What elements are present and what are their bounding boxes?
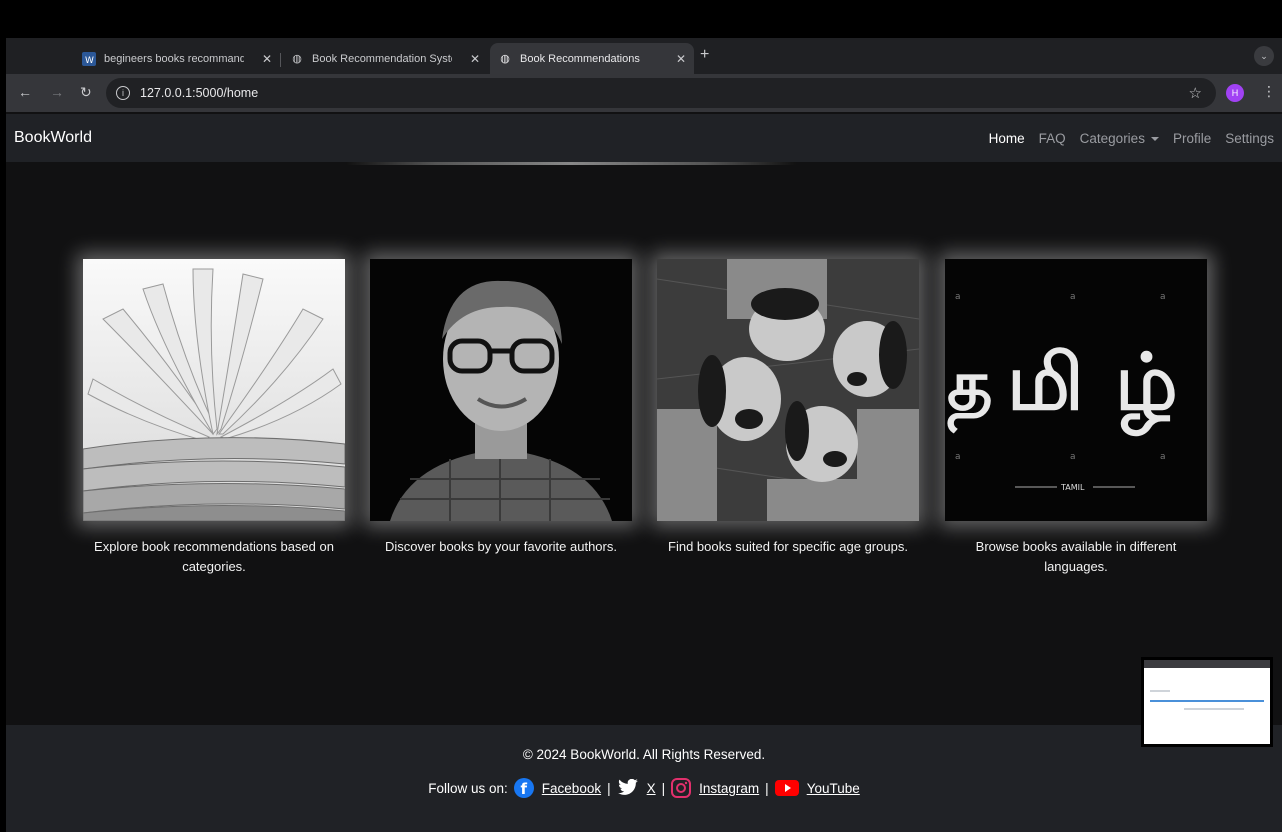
hero-image-edge <box>346 162 796 165</box>
separator: | <box>765 780 769 796</box>
forward-icon[interactable]: → <box>50 84 64 100</box>
nav-categories[interactable]: Categories <box>1080 131 1159 146</box>
new-tab-icon[interactable]: + <box>700 46 709 64</box>
chevron-down-icon[interactable]: ⌄ <box>1254 46 1274 66</box>
menu-kebab-icon[interactable]: ⋮ <box>1262 83 1276 100</box>
svg-text:a: a <box>955 452 961 462</box>
site-footer: © 2024 BookWorld. All Rights Reserved. F… <box>6 725 1282 832</box>
youtube-link[interactable]: YouTube <box>807 781 860 796</box>
facebook-link[interactable]: Facebook <box>542 781 601 796</box>
follow-label: Follow us on: <box>428 780 508 796</box>
tab-book-recommendations[interactable]: ◍ Book Recommendations ✕ <box>490 43 694 74</box>
svg-text:a: a <box>1160 452 1166 462</box>
caret-down-icon <box>1150 136 1159 141</box>
card-age-groups[interactable]: Find books suited for specific age group… <box>657 259 919 557</box>
tab-title: Book Recommendations <box>520 52 640 65</box>
back-icon[interactable]: ← <box>18 84 32 100</box>
svg-text:ழ்: ழ் <box>1115 338 1178 437</box>
brand-logo[interactable]: BookWorld <box>14 129 92 147</box>
card-caption: Find books suited for specific age group… <box>668 539 908 554</box>
tab-title: Book Recommendation Syste <box>312 52 452 65</box>
svg-text:a: a <box>1070 292 1076 302</box>
nav-categories-label: Categories <box>1079 130 1145 146</box>
svg-text:TAMIL: TAMIL <box>1060 483 1085 492</box>
tab-separator <box>280 53 281 67</box>
card-categories[interactable]: Explore book recommendations based on ca… <box>83 259 345 577</box>
youtube-icon[interactable] <box>774 779 799 797</box>
card-image-kids-laughing[interactable] <box>657 259 919 521</box>
instagram-link[interactable]: Instagram <box>699 781 759 796</box>
site-info-icon[interactable]: i <box>116 86 130 100</box>
svg-text:a: a <box>1070 452 1076 462</box>
browser-window: W begineers books recommand ✕ ◍ Book Rec… <box>6 38 1282 832</box>
tab-strip: W begineers books recommand ✕ ◍ Book Rec… <box>6 38 1282 74</box>
globe-icon: ◍ <box>500 53 510 65</box>
svg-text:a: a <box>955 292 961 302</box>
close-icon[interactable]: ✕ <box>676 52 686 66</box>
globe-icon: ◍ <box>292 53 302 65</box>
svg-text:a: a <box>1160 292 1166 302</box>
social-links: Follow us on: f Facebook | X | Instagram | … <box>6 778 1282 798</box>
tab-word-doc[interactable]: W begineers books recommand ✕ <box>74 43 280 74</box>
close-icon[interactable]: ✕ <box>470 52 480 66</box>
separator: | <box>607 780 611 796</box>
card-caption: Discover books by your favorite authors. <box>385 539 617 554</box>
copyright-text: © 2024 BookWorld. All Rights Reserved. <box>522 747 766 762</box>
nav-home[interactable]: Home <box>989 131 1025 146</box>
card-authors[interactable]: Discover books by your favorite authors. <box>370 259 632 557</box>
card-languages[interactable]: த மி ழ் a a a a a a TAMIL Browse books avail… <box>945 259 1207 577</box>
screen-top-bar <box>0 0 1282 38</box>
x-link[interactable]: X <box>647 781 656 796</box>
tab-title: begineers books recommand <box>104 52 244 65</box>
address-toolbar: ← → ↻ i 127.0.0.1:5000/home ☆ H ⋮ <box>6 74 1282 112</box>
card-image-author-portrait[interactable] <box>370 259 632 521</box>
card-image-tamil-wordart[interactable]: த மி ழ் a a a a a a TAMIL <box>945 259 1207 521</box>
svg-text:த: த <box>947 344 993 434</box>
svg-text:மி: மி <box>1007 338 1084 428</box>
svg-text:W: W <box>85 56 94 66</box>
profile-avatar[interactable]: H <box>1226 84 1244 102</box>
instagram-icon[interactable] <box>671 778 692 798</box>
floating-thumbnail-preview[interactable] <box>1141 657 1273 747</box>
nav-links: Home FAQ Categories Profile Settings <box>989 131 1274 146</box>
word-icon: W <box>82 51 96 66</box>
close-icon[interactable]: ✕ <box>262 52 272 66</box>
nav-settings[interactable]: Settings <box>1225 131 1274 146</box>
url-text: 127.0.0.1:5000/home <box>140 86 259 100</box>
nav-faq[interactable]: FAQ <box>1039 131 1066 146</box>
address-bar[interactable]: i 127.0.0.1:5000/home ☆ <box>106 78 1216 108</box>
facebook-icon[interactable]: f <box>513 778 534 798</box>
twitter-bird-icon[interactable] <box>617 779 639 797</box>
svg-text:f: f <box>520 780 527 798</box>
separator: | <box>661 780 666 796</box>
card-caption: Browse books available in different lang… <box>975 539 1177 574</box>
thumbnail-line <box>1150 700 1264 702</box>
nav-profile[interactable]: Profile <box>1173 131 1211 146</box>
thumbnail-line <box>1150 690 1170 692</box>
tab-recommendation-system[interactable]: ◍ Book Recommendation Syste ✕ <box>282 43 488 74</box>
thumbnail-bar <box>1144 660 1270 668</box>
card-caption: Explore book recommendations based on ca… <box>94 539 334 574</box>
card-image-open-book[interactable] <box>83 259 345 521</box>
thumbnail-line <box>1184 708 1244 710</box>
bookmark-star-icon[interactable]: ☆ <box>1189 84 1202 102</box>
app-navbar: BookWorld Home FAQ Categories Profile Se… <box>6 114 1282 162</box>
reload-icon[interactable]: ↻ <box>80 84 92 101</box>
